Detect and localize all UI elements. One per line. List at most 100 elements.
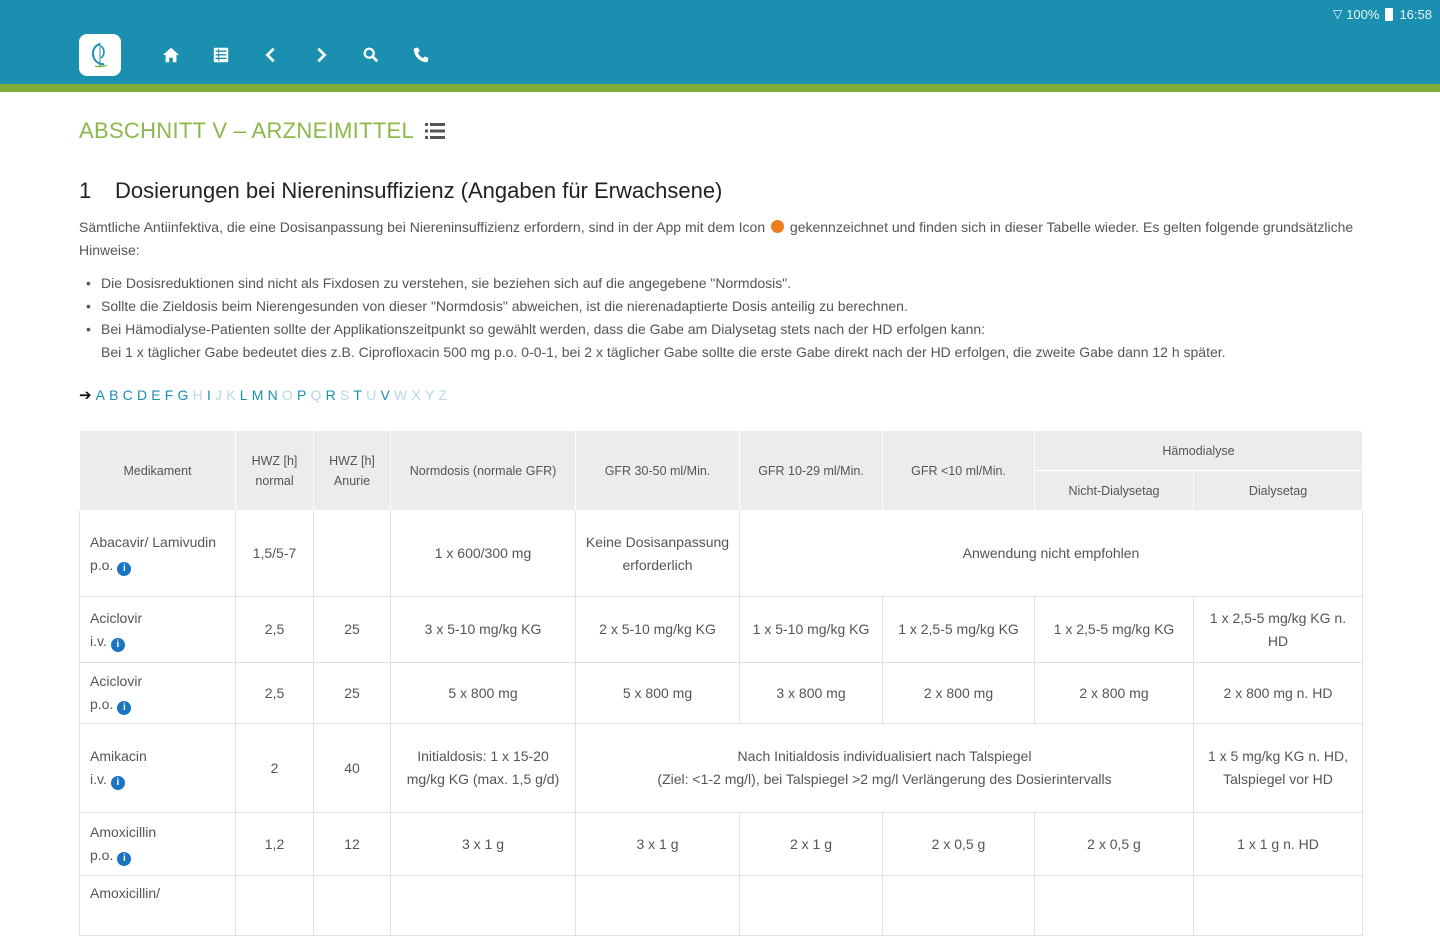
hwz-anurie-cell: 40 (313, 723, 391, 813)
hwz-anurie-cell: 25 (313, 662, 391, 724)
col-header-gfr-30-50: GFR 30-50 ml/Min. (575, 430, 740, 511)
drug-route: p.o. (90, 696, 114, 712)
table-row: Amoxicillin/ (79, 875, 1364, 936)
battery-level: 100% (1346, 6, 1380, 22)
drug-cell[interactable]: Amikacin i.v. i (79, 723, 236, 813)
info-icon[interactable]: i (110, 637, 125, 652)
alphabet-index: ➔ ABCDEFGHIJKLMNOPQRSTUVWXYZ (79, 386, 451, 404)
battery-icon (1385, 7, 1394, 21)
renal-adjustment-icon (771, 220, 785, 233)
heading-number: 1 (79, 178, 92, 203)
info-icon[interactable]: i (110, 776, 125, 790)
alphabet-letter-i[interactable]: I (207, 387, 211, 403)
alphabet-letter-y: Y (424, 387, 435, 403)
search-button[interactable] (346, 40, 396, 70)
col-header-hwz-anurie: HWZ [h] Anurie (313, 430, 391, 511)
hwz-normal-cell: 1,2 (235, 812, 314, 876)
gfr-30-50-cell: 3 x 1 g (575, 812, 740, 876)
alphabet-letter-b[interactable]: B (109, 387, 118, 403)
drug-cell[interactable]: Aciclovir i.v. i (79, 596, 236, 663)
dosage-table: Medikament HWZ [h] normal HWZ [h] Anurie… (79, 430, 1364, 936)
app-logo[interactable] (79, 34, 121, 76)
hints-list: Die Dosisreduktionen sind nicht als Fixd… (86, 272, 1386, 364)
alphabet-letter-g[interactable]: G (178, 387, 189, 403)
section-title: ABSCHNITT V – ARZNEIMITTEL (79, 118, 446, 144)
col-header-hwz-normal: HWZ [h] normal (235, 430, 314, 511)
hwz-anurie-cell (313, 510, 391, 597)
alphabet-letter-a[interactable]: A (96, 387, 105, 403)
drug-name: Abacavir/ Lamivudin (90, 533, 217, 550)
search-icon (363, 47, 379, 63)
home-icon (162, 47, 180, 63)
hwz-normal-cell: 2,5 (235, 662, 314, 724)
back-button[interactable] (246, 40, 296, 70)
toolbar-nav (146, 40, 446, 70)
phone-icon (413, 47, 429, 63)
drug-route: p.o. (90, 556, 114, 573)
col-header-normdosis: Normdosis (normale GFR) (390, 430, 576, 511)
alphabet-letter-e[interactable]: E (151, 387, 160, 403)
hwz-anurie-cell: 12 (313, 812, 391, 876)
section-index-icon[interactable] (424, 122, 446, 140)
home-button[interactable] (146, 40, 196, 70)
page-heading: 1 Dosierungen bei Niereninsuffizienz (Ang… (79, 178, 722, 204)
normdosis-cell: 1 x 600/300 mg (390, 510, 576, 597)
list-item: Bei Hämodialyse-Patienten sollte der App… (86, 318, 1386, 341)
dialysetag-cell: 2 x 800 mg n. HD (1192, 662, 1364, 724)
forward-button[interactable] (296, 40, 346, 70)
call-button[interactable] (396, 40, 446, 70)
drug-name: Aciclovir (90, 609, 143, 626)
merged-dose-line-2: (Ziel: <1-2 mg/l), bei Talspiegel >2 mg/… (657, 771, 1112, 787)
gfr-lt10-cell: 2 x 0,5 g (882, 812, 1035, 876)
alphabet-letter-s: S (339, 387, 350, 403)
drug-route: p.o. (90, 847, 114, 863)
alphabet-letter-m[interactable]: M (252, 387, 264, 403)
heading-text: Dosierungen bei Niereninsuffizienz (Anga… (115, 178, 723, 203)
table-row: Aciclovir p.o. i 2,5 25 5 x 800 mg 5 x 80… (79, 662, 1364, 724)
drug-cell[interactable]: Abacavir/ Lamivudin p.o. i (79, 510, 236, 597)
gfr-lt10-cell: 2 x 800 mg (882, 662, 1035, 724)
wifi-icon: ▽ (1332, 7, 1343, 21)
table-row: Amikacin i.v. i 2 40 Initialdosis: 1 x 15… (79, 723, 1364, 813)
alphabet-letter-f[interactable]: F (165, 387, 174, 403)
gfr-10-29-cell: 3 x 800 mg (739, 662, 883, 724)
info-icon[interactable]: i (117, 852, 132, 866)
list-item: Die Dosisreduktionen sind nicht als Fixd… (86, 272, 1386, 295)
col-header-dialysetag: Dialysetag (1192, 470, 1364, 511)
alphabet-letter-n[interactable]: N (268, 387, 278, 403)
normdosis-cell: Initialdosis: 1 x 15-20 mg/kg KG (max. 1… (390, 723, 576, 813)
list-icon (213, 47, 229, 63)
drug-cell[interactable]: Aciclovir p.o. i (79, 662, 236, 724)
alphabet-letter-r[interactable]: R (326, 387, 336, 403)
drug-cell[interactable]: Amoxicillin p.o. i (79, 812, 236, 876)
dialysetag-cell: 1 x 1 g n. HD (1192, 812, 1364, 876)
contents-button[interactable] (196, 40, 246, 70)
alphabet-letters: ABCDEFGHIJKLMNOPQRSTUVWXYZ (96, 387, 452, 403)
alphabet-letter-v[interactable]: V (380, 387, 389, 403)
alphabet-letter-h: H (192, 387, 203, 403)
drug-cell[interactable]: Amoxicillin/ (79, 875, 236, 936)
table-row: Abacavir/ Lamivudin p.o. i 1,5/5-7 1 x 60… (79, 510, 1364, 597)
alphabet-letter-d[interactable]: D (137, 387, 147, 403)
alphabet-letter-p[interactable]: P (297, 387, 306, 403)
alphabet-letter-z: Z (438, 387, 448, 403)
alphabet-letter-t[interactable]: T (353, 387, 362, 403)
back-icon (265, 47, 275, 63)
info-icon[interactable]: i (117, 561, 132, 576)
gfr-30-50-cell: Keine Dosisanpassung erforderlich (575, 510, 740, 597)
logo-mark-icon (91, 43, 108, 68)
normdosis-cell: 3 x 1 g (390, 812, 576, 876)
app-toolbar: ▽ 100% 16:58 (0, 0, 1440, 84)
forward-icon (317, 47, 327, 63)
clock: 16:58 (1399, 6, 1432, 22)
alphabet-letter-l[interactable]: L (240, 387, 248, 403)
gfr-10-29-cell: 2 x 1 g (739, 812, 883, 876)
alphabet-letter-u: U (366, 387, 377, 403)
info-icon[interactable]: i (117, 701, 132, 715)
intro-paragraph: Sämtliche Antiinfektiva, die eine Dosisa… (79, 216, 1359, 262)
alphabet-letter-c[interactable]: C (123, 387, 133, 403)
merged-dose-cell: Nach Initialdosis individualisiert nach … (575, 723, 1194, 813)
hwz-normal-cell: 2 (235, 723, 314, 813)
alphabet-letter-o: O (281, 387, 293, 403)
merged-dose-cell: Anwendung nicht empfohlen (738, 510, 1364, 597)
